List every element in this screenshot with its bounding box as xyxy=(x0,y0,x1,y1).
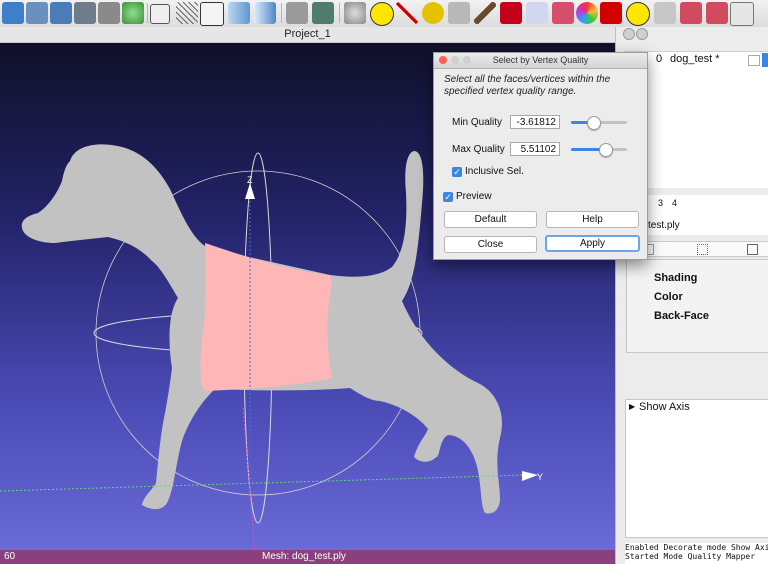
raster-col-3: 3 xyxy=(658,198,664,208)
axis-z-arrow xyxy=(245,183,255,199)
globe-icon[interactable] xyxy=(122,2,144,24)
dialog-title: Select by Vertex Quality xyxy=(492,55,589,65)
axis-y-line xyxy=(0,474,526,492)
min-quality-input[interactable]: -3.61812 xyxy=(510,115,560,129)
georef-icon[interactable] xyxy=(600,2,622,24)
select-faces-icon[interactable] xyxy=(654,2,676,24)
smooth-shading-icon[interactable] xyxy=(254,2,276,24)
max-quality-input[interactable]: 5.51102 xyxy=(510,142,560,156)
viewport-title: Project_1 xyxy=(0,27,615,43)
layers-icon[interactable] xyxy=(98,2,120,24)
points-icon[interactable] xyxy=(176,2,198,24)
brush-icon[interactable] xyxy=(474,2,496,24)
min-quality-slider[interactable] xyxy=(571,116,627,130)
select-connected-icon[interactable] xyxy=(706,2,728,24)
measure-icon[interactable] xyxy=(396,2,418,24)
dialog-minimize-icon[interactable] xyxy=(451,56,459,64)
max-quality-slider[interactable] xyxy=(571,143,627,157)
show-axis-item[interactable]: Show Axis xyxy=(639,401,690,413)
axis-y-arrow xyxy=(522,471,538,481)
log-area: Enabled Decorate mode Show Axis Started … xyxy=(625,543,768,564)
axis-y-label: Y xyxy=(537,472,543,482)
color-wheel-icon[interactable] xyxy=(576,2,598,24)
inclusive-label: Inclusive Sel. xyxy=(465,166,524,177)
layer-name: dog_test * xyxy=(670,53,720,65)
raster-camera-icon[interactable] xyxy=(448,2,470,24)
dialog-titlebar: Select by Vertex Quality xyxy=(434,53,647,69)
log-line: Started Mode Quality Mapper xyxy=(625,552,756,561)
render-wire-icon[interactable] xyxy=(747,244,758,255)
help-button[interactable]: Help xyxy=(546,211,639,228)
default-button[interactable]: Default xyxy=(444,211,537,228)
inclusive-checkbox[interactable]: ✓ xyxy=(452,167,462,177)
dialog-close-icon[interactable] xyxy=(439,56,447,64)
main-toolbar xyxy=(0,0,768,28)
raster-col-4: 4 xyxy=(672,198,678,208)
reload-all-icon[interactable] xyxy=(26,2,48,24)
flat-shading-icon[interactable] xyxy=(228,2,250,24)
preview-label: Preview xyxy=(456,191,492,202)
expand-arrow-icon[interactable]: ▶ xyxy=(629,402,635,411)
decorator-box: Shading Color Back-Face xyxy=(626,259,768,353)
decorator-shading[interactable]: Shading xyxy=(654,272,697,284)
render-points-icon[interactable] xyxy=(697,244,708,255)
grid-icon[interactable] xyxy=(286,2,308,24)
decorator-back-face[interactable]: Back-Face xyxy=(654,310,709,322)
apply-button[interactable]: Apply xyxy=(545,235,640,252)
log-line: Enabled Decorate mode Show Axis xyxy=(625,543,768,552)
close-button[interactable]: Close xyxy=(444,236,537,253)
cursor-icon[interactable] xyxy=(730,2,754,26)
selection-patch xyxy=(200,243,332,391)
pick-points-icon[interactable] xyxy=(500,2,522,24)
axis-decorator-icon[interactable] xyxy=(312,2,334,24)
decorator-list: ▶ Show Axis xyxy=(625,399,768,538)
bounding-box-icon[interactable] xyxy=(150,4,170,24)
panel-close-icon[interactable] xyxy=(623,28,635,40)
select-vertex-icon[interactable] xyxy=(552,2,574,24)
axis-z-label: Z xyxy=(247,175,253,185)
decorator-color[interactable]: Color xyxy=(654,291,683,303)
select-by-quality-dialog: Select by Vertex Quality Select all the … xyxy=(433,52,648,260)
min-slider-knob[interactable] xyxy=(587,116,602,130)
layer-options-icon[interactable] xyxy=(748,55,760,66)
align-icon[interactable] xyxy=(526,2,548,24)
paint-bucket-icon[interactable] xyxy=(422,2,444,24)
max-slider-knob[interactable] xyxy=(598,143,613,157)
status-mesh: Mesh: dog_test.ply xyxy=(262,551,346,562)
save-snapshot-icon[interactable] xyxy=(50,2,72,24)
status-bar: 60 Mesh: dog_test.ply xyxy=(0,550,615,564)
annotation-icon[interactable] xyxy=(370,2,394,26)
panel-float-icon[interactable] xyxy=(636,28,648,40)
info-icon[interactable] xyxy=(626,2,650,26)
dialog-zoom-icon[interactable] xyxy=(463,56,471,64)
camera-icon[interactable] xyxy=(74,2,96,24)
select-region-icon[interactable] xyxy=(680,2,702,24)
min-quality-label: Min Quality xyxy=(452,117,503,128)
status-left: 60 xyxy=(4,551,16,562)
dialog-description: Select all the faces/vertices within the… xyxy=(444,74,611,97)
wireframe-icon[interactable] xyxy=(200,2,224,26)
preview-checkbox[interactable]: ✓ xyxy=(443,192,453,202)
layer-selected-indicator xyxy=(762,53,768,67)
trackball-icon[interactable] xyxy=(344,2,366,24)
max-quality-label: Max Quality xyxy=(452,144,505,155)
layer-index: 0 xyxy=(656,53,663,65)
raster-name: test.ply xyxy=(648,220,680,231)
refresh-icon[interactable] xyxy=(2,2,24,24)
